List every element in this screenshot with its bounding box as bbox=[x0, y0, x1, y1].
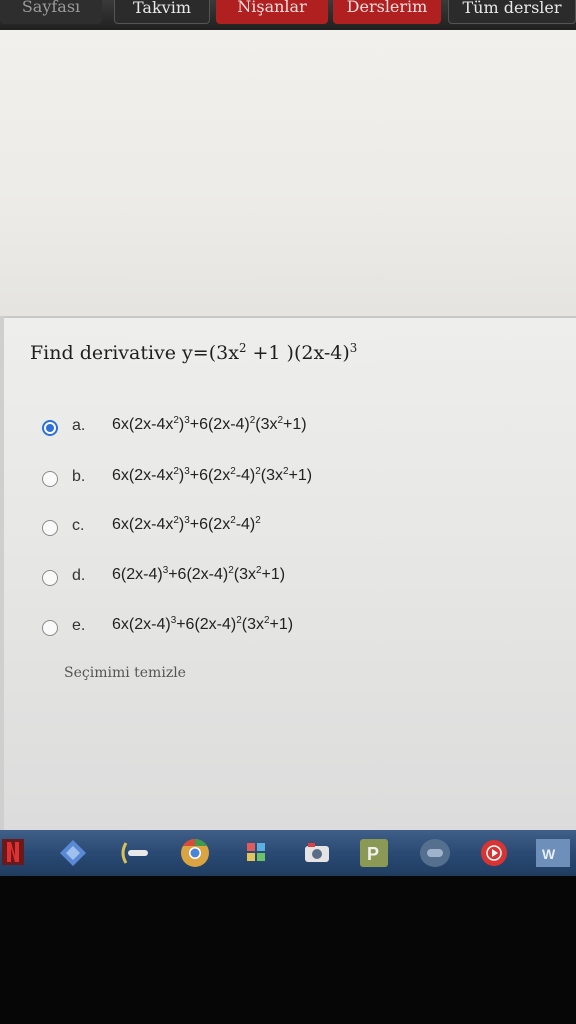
radio-option-d[interactable] bbox=[42, 570, 58, 586]
nav-my-courses-label: Derslerim bbox=[346, 0, 428, 16]
clear-selection-link[interactable]: Seçimimi temizle bbox=[64, 665, 186, 681]
nav-my-courses-button[interactable]: Derslerim bbox=[333, 0, 441, 24]
option-c-formula: 6x(2x-4x2)3+6(2x2-4)2 bbox=[112, 516, 261, 534]
formula-part: (3x bbox=[241, 616, 264, 633]
flower-icon[interactable] bbox=[244, 840, 268, 866]
formula-part: +1) bbox=[288, 467, 313, 484]
nav-partial-label: Sayfası bbox=[21, 0, 81, 16]
kodi-icon[interactable] bbox=[58, 838, 88, 868]
question-mid: +1 )(2x-4) bbox=[246, 342, 350, 364]
camera-icon[interactable] bbox=[304, 842, 330, 864]
nav-all-courses-button[interactable]: Tüm dersler bbox=[448, 0, 576, 24]
formula-part: 6x(2x-4x bbox=[112, 516, 174, 533]
option-b[interactable]: b. 6x(2x-4x2)3+6(2x2-4)2(3x2+1) bbox=[42, 466, 542, 496]
formula-part: 6x(2x-4x bbox=[112, 416, 174, 433]
youtube-music-icon[interactable] bbox=[480, 839, 508, 867]
option-b-formula: 6x(2x-4x2)3+6(2x2-4)2(3x2+1) bbox=[112, 467, 312, 485]
chrome-icon[interactable] bbox=[180, 838, 210, 868]
formula-part: +6(2x-4) bbox=[189, 416, 250, 433]
option-b-letter: b. bbox=[72, 468, 86, 485]
option-d-letter: d. bbox=[72, 567, 86, 584]
formula-exponent: 2 bbox=[255, 515, 261, 527]
radio-option-b[interactable] bbox=[42, 471, 58, 487]
formula-part: +1) bbox=[261, 566, 286, 583]
top-nav-bar: Sayfası Takvim Nişanlar Derslerim Tüm de… bbox=[0, 0, 576, 30]
option-e-formula: 6x(2x-4)3+6(2x-4)2(3x2+1) bbox=[112, 616, 293, 634]
option-e[interactable]: e. 6x(2x-4)3+6(2x-4)2(3x2+1) bbox=[42, 615, 542, 645]
option-a[interactable]: a. 6x(2x-4x2)3+6(2x-4)2(3x2+1) bbox=[42, 415, 542, 445]
option-a-formula: 6x(2x-4x2)3+6(2x-4)2(3x2+1) bbox=[112, 416, 307, 434]
nav-badges-button[interactable]: Nişanlar bbox=[216, 0, 328, 24]
plex-icon[interactable]: P bbox=[360, 839, 388, 867]
question-text: Find derivative y=(3x2 +1 )(2x-4)3 bbox=[30, 342, 357, 364]
option-d-formula: 6(2x-4)3+6(2x-4)2(3x2+1) bbox=[112, 566, 285, 584]
formula-part: (3x bbox=[255, 416, 278, 433]
question-exponent-2: 3 bbox=[349, 340, 358, 355]
radio-option-c[interactable] bbox=[42, 520, 58, 536]
page-background bbox=[0, 30, 576, 328]
nav-calendar-button[interactable]: Takvim bbox=[114, 0, 210, 24]
formula-part: 6x(2x-4) bbox=[112, 616, 171, 633]
question-prefix: Find derivative y=(3x bbox=[30, 342, 239, 364]
nav-calendar-label: Takvim bbox=[133, 0, 191, 17]
option-a-letter: a. bbox=[72, 417, 86, 434]
formula-part: +1) bbox=[283, 416, 307, 433]
app-icon[interactable] bbox=[118, 840, 152, 866]
svg-text:W: W bbox=[542, 846, 556, 862]
formula-part: +6(2x-4) bbox=[168, 566, 229, 583]
formula-part: +1) bbox=[269, 616, 294, 633]
formula-part: +6(2x bbox=[189, 516, 231, 533]
formula-part: 6(2x-4) bbox=[112, 566, 163, 583]
option-c-letter: c. bbox=[72, 517, 85, 534]
option-d[interactable]: d. 6(2x-4)3+6(2x-4)2(3x2+1) bbox=[42, 565, 542, 595]
formula-part: -4) bbox=[235, 467, 256, 484]
taskbar: P W bbox=[0, 830, 576, 876]
formula-part: +6(2x-4) bbox=[176, 616, 237, 633]
nav-all-courses-label: Tüm dersler bbox=[462, 0, 562, 17]
netflix-icon[interactable] bbox=[2, 839, 24, 865]
option-c[interactable]: c. 6x(2x-4x2)3+6(2x2-4)2 bbox=[42, 515, 542, 545]
formula-part: 6x(2x-4x bbox=[112, 467, 174, 484]
screen-bezel-bottom bbox=[0, 876, 576, 1024]
nav-partial-item[interactable]: Sayfası bbox=[0, 0, 102, 24]
radio-option-a[interactable] bbox=[42, 420, 58, 436]
gamepad-icon[interactable] bbox=[420, 839, 450, 867]
word-icon[interactable]: W bbox=[536, 839, 570, 867]
formula-part: (3x bbox=[233, 566, 256, 583]
svg-text:P: P bbox=[367, 844, 379, 864]
card-left-edge bbox=[0, 316, 4, 830]
nav-badges-label: Nişanlar bbox=[237, 0, 307, 16]
formula-part: -4) bbox=[235, 516, 256, 533]
radio-option-e[interactable] bbox=[42, 620, 58, 636]
formula-part: (3x bbox=[260, 467, 284, 484]
formula-part: +6(2x bbox=[189, 467, 231, 484]
option-e-letter: e. bbox=[72, 617, 86, 634]
